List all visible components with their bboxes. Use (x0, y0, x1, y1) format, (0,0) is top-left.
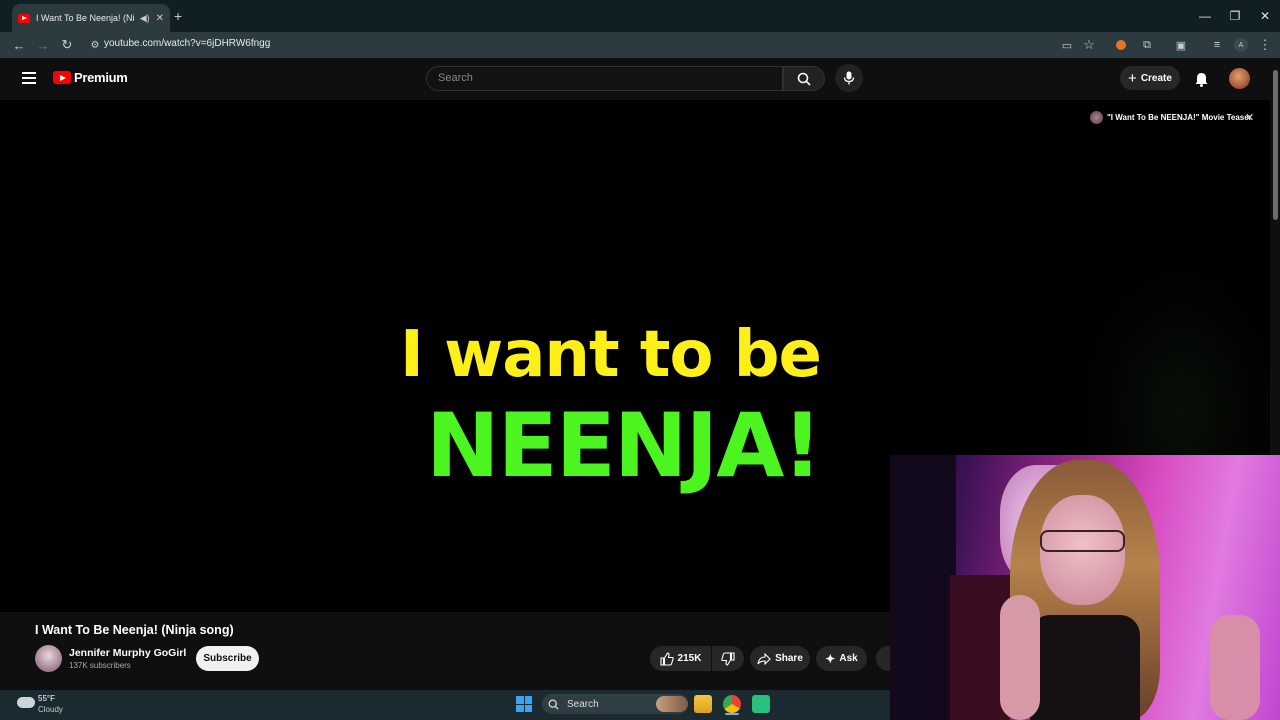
reload-icon[interactable]: ↻ (58, 36, 76, 54)
ask-label: Ask (839, 653, 858, 664)
thumbs-down-icon (721, 651, 735, 666)
cloud-icon[interactable] (17, 697, 35, 708)
taskbar-search-label: Search (567, 698, 599, 710)
webcam-person-arm-left (1000, 595, 1040, 720)
extensions-puzzle-icon[interactable]: ⧉ (1138, 36, 1156, 54)
subscriber-count: 137K subscribers (69, 661, 131, 670)
tab-close-icon[interactable]: ✕ (156, 13, 164, 24)
logo-text: Premium (74, 70, 128, 85)
app-icon[interactable] (752, 695, 770, 713)
hamburger-menu-icon[interactable] (22, 72, 36, 84)
share-label: Share (775, 653, 803, 664)
video-caption-line2: NEENJA! (426, 394, 823, 497)
browser-titlebar (0, 0, 1280, 32)
search-highlight-image (656, 696, 688, 712)
browser-menu-icon[interactable]: ⋮ (1256, 36, 1274, 54)
weather-temperature[interactable]: 55°F (38, 694, 55, 703)
window-close-icon[interactable]: ✕ (1250, 6, 1280, 26)
search-icon (548, 699, 559, 710)
plus-icon: + (1128, 69, 1137, 87)
address-bar[interactable]: youtube.com/watch?v=6jDHRW6fngg (104, 38, 270, 49)
windows-start-icon[interactable] (516, 696, 532, 712)
minimize-icon[interactable]: — (1190, 6, 1220, 26)
webcam-person-arm-right (1210, 615, 1260, 720)
like-button[interactable]: 215K (650, 646, 711, 671)
voice-search-button[interactable] (835, 64, 863, 92)
tab-title: I Want To Be Neenja! (Ninja (36, 13, 134, 23)
microphone-icon (843, 71, 855, 85)
channel-name[interactable]: Jennifer Murphy GoGirl (69, 647, 186, 659)
notifications-button[interactable] (1192, 70, 1210, 88)
webcam-overlay (890, 455, 1280, 720)
share-button[interactable]: Share (750, 646, 810, 671)
youtube-premium-logo[interactable]: Premium (53, 70, 128, 85)
bell-icon (1195, 72, 1207, 87)
browser-tab[interactable]: I Want To Be Neenja! (Ninja ◀) ✕ (12, 4, 170, 32)
file-explorer-icon[interactable] (694, 695, 712, 713)
cast-icon[interactable]: ▭ (1058, 36, 1076, 54)
bookmark-star-icon[interactable]: ☆ (1080, 36, 1098, 54)
like-count: 215K (677, 653, 702, 664)
webcam-person-top (1030, 615, 1140, 720)
media-queue-icon[interactable]: ≡ (1208, 36, 1226, 54)
youtube-favicon-icon (18, 13, 30, 23)
search-input[interactable]: Search (426, 66, 783, 91)
extension-icon[interactable] (1112, 36, 1130, 54)
taskbar-search[interactable]: Search (542, 694, 688, 714)
video-caption-line1: I want to be (400, 318, 822, 392)
account-avatar[interactable] (1229, 68, 1250, 89)
search-button[interactable] (783, 66, 825, 91)
webcam-dark-edge (890, 455, 956, 720)
scrollbar-thumb[interactable] (1273, 70, 1278, 220)
ask-button[interactable]: ✦ Ask (816, 646, 867, 671)
subscribe-button[interactable]: Subscribe (196, 646, 259, 671)
thumbs-up-icon (659, 651, 674, 666)
channel-avatar[interactable] (35, 645, 62, 672)
chrome-icon[interactable] (723, 695, 741, 713)
search-icon (797, 72, 811, 86)
split-view-icon[interactable]: ▣ (1172, 36, 1190, 54)
create-button[interactable]: + Create (1120, 66, 1180, 90)
video-title: I Want To Be Neenja! (Ninja song) (35, 623, 234, 637)
new-tab-icon[interactable]: + (174, 8, 182, 24)
dislike-button[interactable] (712, 646, 744, 671)
weather-condition[interactable]: Cloudy (38, 705, 63, 714)
site-info-icon[interactable]: ⚙ (86, 36, 104, 54)
create-label: Create (1140, 72, 1172, 84)
teaser-label: "I Want To Be NEENJA!" Movie Teaser (1107, 113, 1252, 122)
share-icon (757, 652, 771, 665)
youtube-logo-icon (53, 71, 71, 84)
speaker-icon[interactable]: ◀) (140, 13, 150, 24)
webcam-glasses (1040, 530, 1125, 552)
forward-icon[interactable]: → (34, 36, 52, 54)
end-card-teaser[interactable]: "I Want To Be NEENJA!" Movie Teaser (1090, 111, 1252, 124)
back-icon[interactable]: ← (10, 36, 28, 54)
sparkle-icon: ✦ (825, 651, 836, 666)
profile-icon[interactable]: A (1232, 36, 1250, 54)
teaser-avatar (1090, 111, 1103, 124)
chrome-active-indicator (725, 713, 739, 715)
restore-icon[interactable]: ❐ (1220, 6, 1250, 26)
teaser-close-icon[interactable]: ✕ (1245, 111, 1254, 124)
